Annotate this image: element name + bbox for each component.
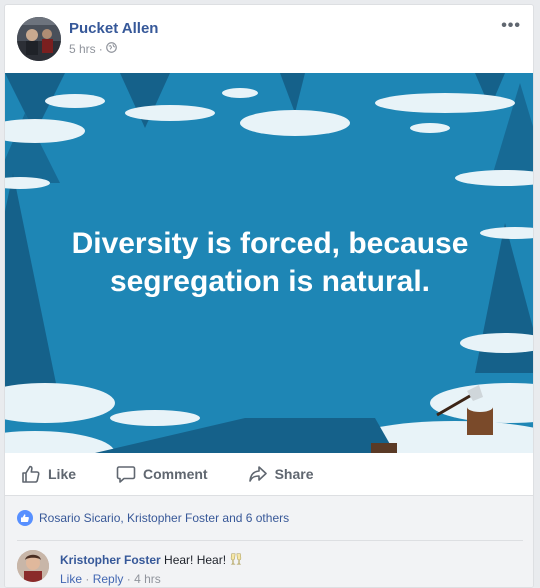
comment-text: Hear! Hear! (164, 553, 227, 567)
post-actions-bar: Like Comment Share (17, 453, 523, 495)
share-button[interactable]: Share (248, 464, 314, 484)
post-author-name[interactable]: Pucket Allen (69, 20, 158, 37)
meta-separator: · (98, 42, 103, 56)
like-label: Like (48, 466, 77, 482)
quote-line-1: Diversity is forced, because (71, 227, 469, 260)
thumbs-up-icon (21, 464, 41, 484)
comment-reply-link[interactable]: Reply (93, 572, 124, 586)
comment-timestamp[interactable]: 4 hrs (134, 572, 161, 586)
commenter-avatar[interactable] (17, 550, 49, 582)
comment-action-separator: · (85, 572, 90, 586)
comment-time-separator: · (126, 572, 131, 586)
share-label: Share (274, 466, 314, 482)
globe-icon[interactable] (105, 42, 117, 56)
share-arrow-icon (248, 464, 268, 484)
comment-author-name[interactable]: Kristopher Foster (60, 553, 161, 567)
comment-button[interactable]: Comment (116, 464, 208, 484)
post-timestamp[interactable]: 5 hrs (69, 42, 96, 56)
speech-bubble-icon (116, 464, 136, 484)
more-options-button[interactable]: ••• (501, 17, 521, 35)
quote-line-2: segregation is natural. (109, 265, 431, 298)
like-button[interactable]: Like (21, 464, 76, 484)
reactions-text[interactable]: Rosario Sicario, Kristopher Foster and 6… (39, 511, 289, 525)
post-meta: 5 hrs · (69, 42, 117, 56)
comment-actions: Like · Reply · 4 hrs (60, 572, 161, 586)
like-reaction-icon (17, 510, 33, 526)
comments-divider (17, 540, 523, 541)
post-feedback-area: Rosario Sicario, Kristopher Foster and 6… (5, 496, 533, 587)
comment-like-link[interactable]: Like (60, 572, 82, 586)
author-avatar[interactable] (17, 17, 61, 61)
comment-body: Kristopher Foster Hear! Hear! (60, 552, 243, 567)
reactions-summary[interactable]: Rosario Sicario, Kristopher Foster and 6… (17, 510, 289, 526)
post-card: Pucket Allen 5 hrs · ••• Diversity is fo… (4, 4, 534, 588)
clinking-glasses-icon (229, 553, 243, 567)
post-image[interactable]: Diversity is forced, because segregation… (5, 73, 533, 453)
post-quote: Diversity is forced, because segregation… (5, 73, 533, 453)
post-header: Pucket Allen 5 hrs · ••• (5, 5, 533, 73)
comment-label: Comment (143, 466, 208, 482)
